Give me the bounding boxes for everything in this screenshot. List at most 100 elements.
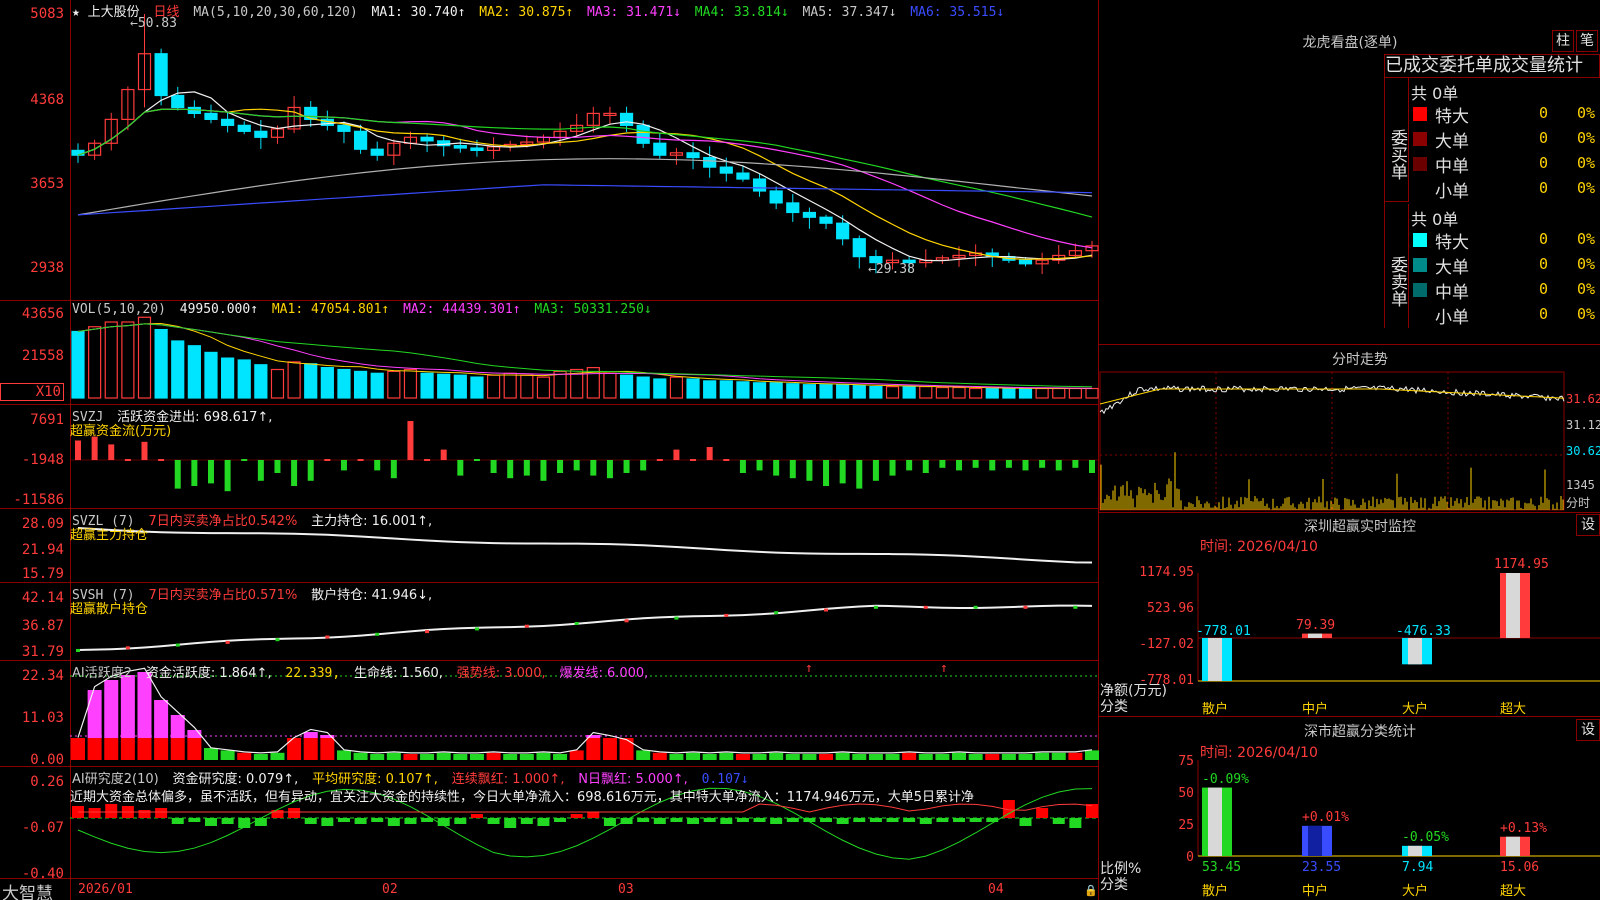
air-research-value: 资金研究度: 0.079↑, <box>172 772 299 787</box>
research-bar <box>371 818 384 822</box>
order-percent: 0% <box>1577 305 1596 323</box>
volume-bar <box>1052 387 1066 399</box>
sz-monitor-settings-button[interactable]: 设 <box>1576 514 1600 536</box>
retail-holding-dot <box>474 627 479 631</box>
activity-base-bar <box>154 738 169 760</box>
volume-bar <box>885 386 900 399</box>
order-row: 中单 0 0% <box>1411 278 1600 303</box>
color-swatch-icon <box>1413 233 1427 247</box>
class-category-label: 大户 <box>1402 884 1429 899</box>
activity-bar <box>852 754 867 760</box>
class-category-label: 中户 <box>1302 884 1329 899</box>
research-bar <box>986 818 999 822</box>
air-consecutive-red: 连续飘红: 1.000↑, <box>451 772 565 787</box>
activity-bar <box>220 750 235 760</box>
lock-icon[interactable]: 🔒 <box>1084 884 1098 897</box>
class-y-tick: 0 <box>1186 850 1194 865</box>
vol-ma3: MA3: 50331.250↓ <box>534 302 652 317</box>
research-bar <box>637 818 650 822</box>
activity-bar <box>652 752 667 760</box>
volume-bar <box>320 367 334 399</box>
candle-body <box>852 238 866 258</box>
color-swatch-icon <box>1413 107 1427 121</box>
longhu-subtitle: 已成交委托单成交量统计 <box>1384 54 1600 78</box>
ai-burst-line: 爆发线: 6.000, <box>559 666 649 681</box>
flow-bar <box>640 460 647 471</box>
volume-bar <box>852 385 866 399</box>
svzl-holding: 主力持仓: 16.001↑, <box>311 514 433 529</box>
flow-bar <box>440 449 447 460</box>
bar-mode-button[interactable]: 柱 <box>1552 30 1574 52</box>
candle-body <box>836 222 850 240</box>
activity-bar <box>1001 754 1016 760</box>
order-size-label: 小单 <box>1435 308 1469 328</box>
research-bar <box>155 808 168 818</box>
research-bar <box>587 812 600 818</box>
flow-bar <box>823 460 830 486</box>
volume-bar <box>187 345 201 399</box>
candle-body <box>304 106 318 120</box>
retail-holding-dot <box>524 624 529 628</box>
chart-canvas[interactable]: ↑ ↑ <box>0 0 1600 900</box>
longhu-title: 龙虎看盘(逐单) <box>1302 35 1398 51</box>
volume-bar <box>719 380 733 399</box>
research-bar <box>288 808 301 818</box>
order-size-label: 特大 <box>1435 233 1469 253</box>
class-change-label: -0.05% <box>1402 829 1449 845</box>
sz-net-bar-highlight <box>1308 633 1322 638</box>
flow-bar <box>124 459 131 461</box>
flow-bar <box>374 460 381 471</box>
ma3-line <box>77 108 1093 249</box>
retail-holding-dot <box>325 635 330 639</box>
activity-base-bar <box>104 738 119 760</box>
air-definition: AI研究度2(10) <box>72 772 159 787</box>
volume-bar <box>1035 387 1049 399</box>
order-row: 特大 0 0% <box>1411 102 1600 127</box>
class-ratio-bar-highlight <box>1208 787 1222 856</box>
research-bar <box>554 818 567 822</box>
activity-bar <box>835 752 850 760</box>
volume-bar <box>486 374 501 399</box>
order-size-label: 特大 <box>1435 107 1469 127</box>
flow-bar <box>989 460 996 471</box>
activity-base-bar <box>120 738 135 760</box>
flow-bar <box>972 460 979 468</box>
flow-bar <box>889 460 896 476</box>
order-count: 0 <box>1539 104 1549 122</box>
favorite-star-icon[interactable]: ★ <box>72 5 80 20</box>
research-bar <box>570 814 583 818</box>
activity-base-bar <box>586 738 601 760</box>
volume-bar <box>802 384 817 399</box>
svsh-subtitle: 超赢散户持仓 <box>70 602 149 617</box>
flow-bar <box>307 460 314 481</box>
activity-bar <box>370 754 385 760</box>
research-bar <box>520 818 533 824</box>
high-price-marker: ←50.83 <box>130 16 177 31</box>
intraday-price-line <box>1099 385 1565 415</box>
activity-bar <box>553 754 568 760</box>
svzl-ratio: 7日内买卖净占比0.542% <box>148 514 298 529</box>
volume-bar <box>337 368 351 399</box>
intraday-title: 分时走势 <box>1332 352 1388 368</box>
sz-net-bar-highlight <box>1408 637 1422 665</box>
activity-bar <box>436 752 451 760</box>
flow-bar <box>839 460 846 484</box>
flow-bar <box>922 460 929 473</box>
research-bar <box>537 818 550 826</box>
flow-bar <box>939 460 946 468</box>
order-count: 0 <box>1539 129 1549 147</box>
color-swatch-icon <box>1413 258 1427 272</box>
sz-class-settings-button[interactable]: 设 <box>1576 719 1600 741</box>
activity-base-bar <box>303 738 318 760</box>
research-bar <box>953 818 966 822</box>
volume-bar <box>603 372 617 399</box>
svzj-subtitle: 超赢资金流(万元) <box>70 424 172 439</box>
research-bar <box>304 818 317 824</box>
tick-mode-button[interactable]: 笔 <box>1576 30 1598 52</box>
retail-holding-dot <box>624 619 629 623</box>
flow-bar <box>906 460 913 471</box>
flow-bar <box>690 459 697 461</box>
research-bar <box>1036 808 1049 818</box>
flow-bar <box>856 460 863 489</box>
volume-bar <box>1002 387 1016 399</box>
